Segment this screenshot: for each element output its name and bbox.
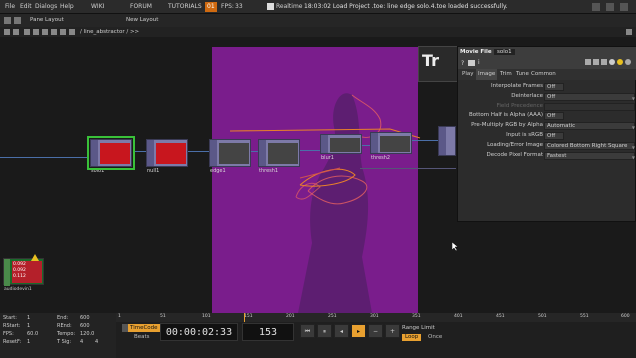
node-blur1[interactable]: blur1: [320, 134, 362, 161]
node-label: null1: [147, 168, 160, 174]
premultiply-select[interactable]: Automatic: [544, 121, 635, 130]
loading-error-image-select[interactable]: Colored Bottom Right Square: [544, 141, 635, 150]
dropdown-icon: ▼: [631, 155, 635, 160]
node-thumbnail: [268, 143, 298, 164]
warning-icon[interactable]: [31, 254, 39, 261]
panel-header: Movie File In solo1 ? i: [458, 47, 636, 69]
field-precedence-select[interactable]: [544, 102, 635, 111]
step-forward-button[interactable]: +: [385, 324, 400, 338]
timeline-ruler[interactable]: 1 51 101 151 201 251 301 351 401 451 501…: [116, 313, 636, 322]
param-row: Decode Pixel Format Fastest ▼: [486, 151, 635, 160]
play-button[interactable]: ▸: [351, 324, 366, 338]
once-toggle[interactable]: Once: [426, 334, 444, 341]
range-limit-label: Range Limit: [402, 325, 435, 331]
node-edge1[interactable]: edge1: [209, 139, 251, 174]
node-label: thresh1: [259, 168, 279, 174]
param-row: Pre-Multiply RGB by Alpha Automatic ▼: [471, 121, 635, 130]
help-icon[interactable]: ?: [461, 60, 464, 67]
node-label: blur1: [321, 155, 334, 161]
timeline-stats: Start: 1 End: 600 RStart: 1 REnd: 600 FP…: [0, 313, 116, 358]
globe-icon[interactable]: [609, 59, 615, 65]
node-label: thresh2: [371, 155, 391, 161]
step-back-button[interactable]: −: [368, 324, 383, 338]
node-null1[interactable]: null1: [146, 139, 188, 174]
node-thumbnail: [219, 143, 249, 164]
node-thumbnail: [380, 136, 410, 152]
param-row: Interpolate Frames Off: [458, 82, 636, 91]
timecode-field[interactable]: 00:00:02:33: [160, 323, 238, 341]
deinterlace-select[interactable]: Off: [544, 92, 635, 101]
node-thumbnail: [330, 138, 360, 152]
mouse-cursor-icon: [452, 242, 458, 251]
tab-play[interactable]: Play: [460, 69, 475, 80]
tab-trim[interactable]: Trim: [498, 69, 514, 80]
pause-button[interactable]: ⏸: [317, 324, 332, 338]
node-thresh2[interactable]: thresh2: [370, 132, 412, 161]
text-preview-label: Tr: [422, 51, 440, 70]
interpolate-toggle[interactable]: Off: [544, 82, 564, 91]
bottom-half-alpha-toggle[interactable]: Off: [544, 111, 564, 120]
beats-toggle[interactable]: Beats: [134, 334, 150, 340]
palette-icon[interactable]: [617, 59, 623, 65]
parameter-panel: Movie File In solo1 ? i Play Image Trim …: [457, 46, 636, 222]
info-icon[interactable]: i: [478, 59, 480, 66]
op-name-field[interactable]: solo1: [494, 49, 515, 55]
edit-icon[interactable]: [585, 59, 591, 65]
loop-toggle[interactable]: Loop: [402, 334, 422, 341]
node-comp1[interactable]: comp1: [438, 126, 456, 156]
comment-icon[interactable]: [593, 59, 599, 65]
param-row: Bottom Half is Alpha (AAA) Off: [458, 111, 636, 120]
node-text-preview[interactable]: Tr: [418, 46, 458, 82]
node-label: edge1: [210, 168, 226, 174]
timecode-toggle[interactable]: TimeCode: [128, 324, 160, 332]
tab-image[interactable]: Image: [476, 69, 498, 80]
tab-common[interactable]: Common: [529, 69, 558, 80]
param-row: Deinterlace Off ▼: [511, 92, 635, 101]
param-row: Field Precedence: [458, 102, 636, 111]
node-label: audiodevin1: [4, 287, 32, 292]
reverse-play-button[interactable]: ◂: [334, 324, 349, 338]
rewind-button[interactable]: ⏮: [300, 324, 315, 338]
node-audiodevin[interactable]: 0.092 0.092 0.112 audiodevin1: [3, 258, 44, 292]
node-thumbnail: [156, 143, 186, 164]
python-icon[interactable]: [468, 60, 475, 66]
node-selection-outline: [87, 136, 135, 170]
gear-icon[interactable]: [625, 59, 631, 65]
playhead[interactable]: [244, 313, 245, 322]
param-row: Loading/Error Image Colored Bottom Right…: [487, 141, 635, 150]
input-srgb-toggle[interactable]: Off: [544, 131, 564, 140]
param-row: Input is sRGB Off: [458, 131, 636, 140]
frame-field[interactable]: 153: [242, 323, 294, 341]
panel-tab-bar: Play Image Trim Tune Common: [458, 69, 636, 80]
tag-icon[interactable]: [601, 59, 607, 65]
decode-pixel-format-select[interactable]: Fastest: [544, 151, 635, 160]
transport-bar: TimeCode Beats 00:00:02:33 153 ⏮ ⏸ ◂ ▸ −…: [116, 322, 636, 358]
node-thresh1[interactable]: thresh1: [258, 139, 300, 174]
